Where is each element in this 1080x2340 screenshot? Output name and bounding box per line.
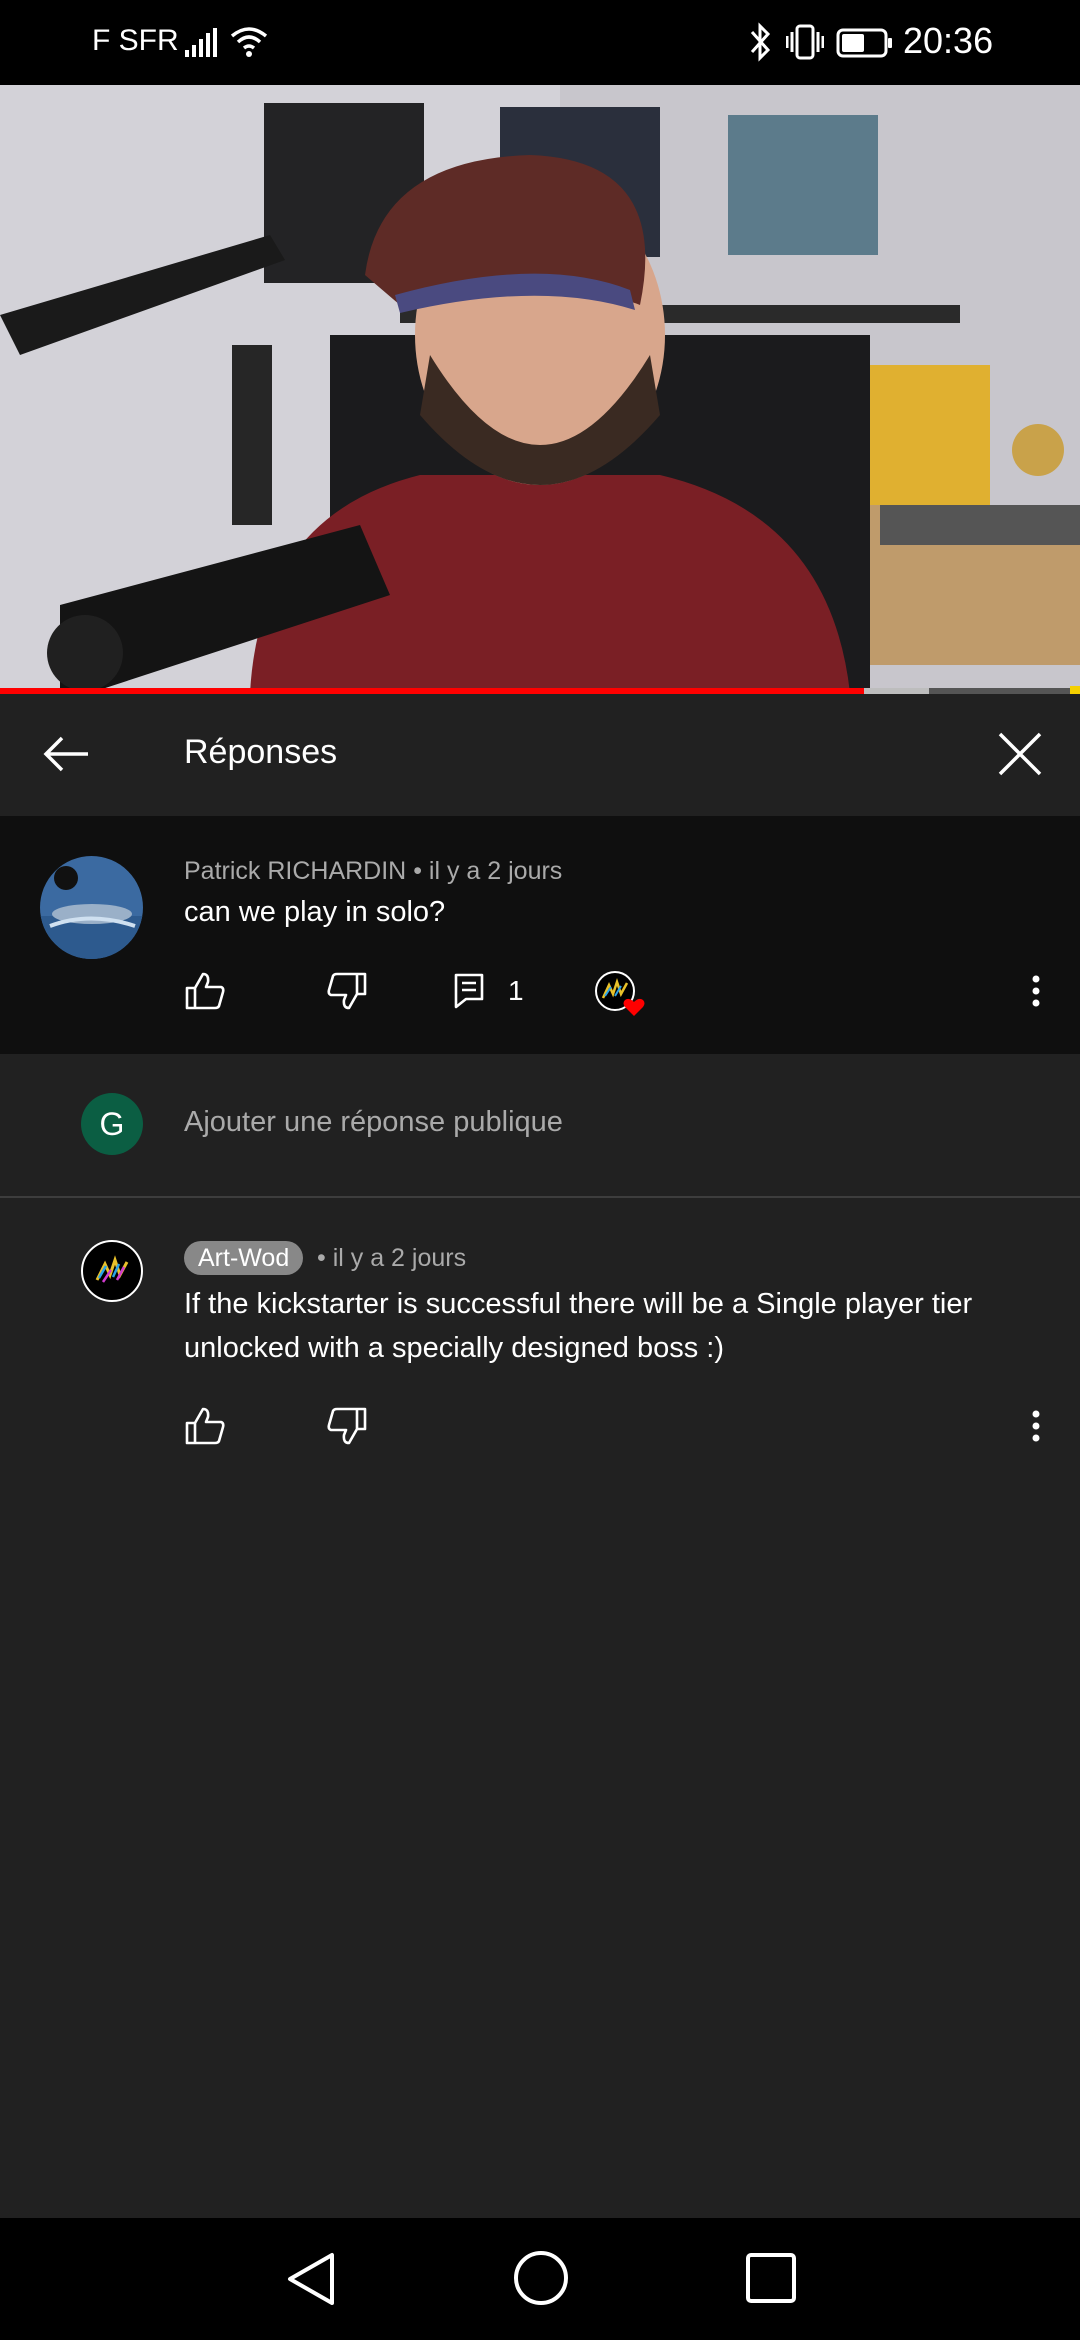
meta-separator: • (317, 1244, 333, 1272)
replies-header (0, 694, 1080, 816)
page-title: Réponses (184, 733, 338, 771)
reply-like-button[interactable] (180, 1401, 230, 1451)
nav-back-button[interactable] (284, 2251, 340, 2307)
thumbs-up-icon (185, 972, 225, 1010)
reply-more-options-button[interactable] (1016, 1401, 1056, 1451)
comment-time: il y a 2 jours (428, 857, 563, 885)
comment-author[interactable]: Patrick RICHARDIN (184, 857, 406, 885)
dislike-button[interactable] (322, 966, 372, 1016)
video-player[interactable] (0, 85, 1080, 693)
wifi-icon (230, 27, 268, 57)
thumbs-up-icon (185, 1407, 225, 1445)
signal-icon (185, 28, 217, 57)
carrier-label: F SFR (92, 24, 179, 57)
more-options-button[interactable] (1016, 966, 1056, 1016)
thumbs-down-icon (327, 1407, 367, 1445)
reply-count: 1 (508, 975, 524, 1006)
like-button[interactable] (180, 966, 230, 1016)
user-avatar[interactable]: G (81, 1093, 143, 1155)
battery-icon (836, 28, 892, 58)
arrow-left-icon (43, 736, 88, 772)
nav-home-button[interactable] (512, 2249, 570, 2307)
hearted-by-creator-icon (595, 971, 645, 1016)
bluetooth-icon (750, 22, 771, 62)
progress-end-marker (1070, 686, 1080, 694)
author-badge[interactable]: Art-Wod (184, 1241, 304, 1275)
more-vert-icon (1032, 975, 1040, 1007)
reply-time: • il y a 2 jours (317, 1244, 466, 1273)
more-vert-icon (1032, 1410, 1040, 1442)
close-button[interactable] (988, 722, 1052, 786)
reply-input[interactable]: Ajouter une réponse publique (184, 1106, 563, 1139)
avatar[interactable] (40, 856, 143, 959)
back-button[interactable] (34, 722, 98, 786)
reply-text: If the kickstarter is successful there w… (184, 1288, 973, 1364)
parent-comment (0, 816, 1080, 1054)
clock: 20:36 (903, 20, 994, 61)
reply-count-button[interactable]: 1 (454, 966, 524, 1016)
reply-dislike-button[interactable] (322, 1401, 372, 1451)
reply-avatar[interactable] (81, 1240, 143, 1302)
reply-time-text: il y a 2 jours (332, 1244, 467, 1272)
comment-meta: Patrick RICHARDIN • il y a 2 jours (184, 857, 562, 886)
nav-recents-button[interactable] (744, 2251, 798, 2305)
video-frame (0, 85, 1080, 693)
comment-icon (454, 973, 484, 1009)
avatar-image (40, 856, 143, 959)
creator-heart-badge (594, 970, 650, 1020)
close-icon (998, 732, 1042, 776)
comment-text: can we play in solo? (184, 896, 446, 928)
thumbs-down-icon (327, 972, 367, 1010)
art-wod-logo (95, 1255, 129, 1283)
vibrate-icon (786, 24, 824, 60)
divider (0, 1196, 1080, 1198)
meta-separator: • (413, 857, 429, 885)
